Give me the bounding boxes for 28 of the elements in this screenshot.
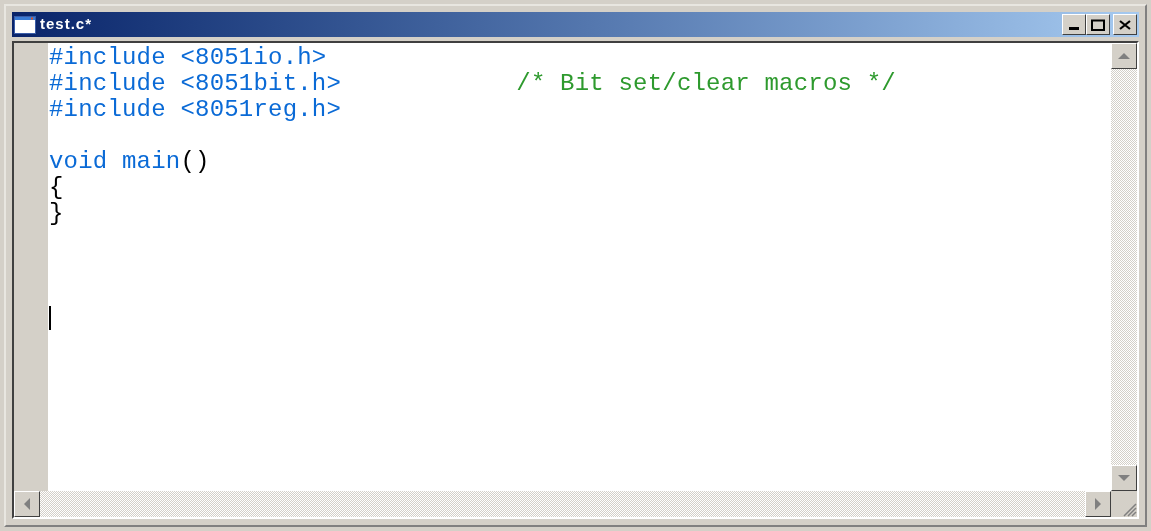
right-arrow-icon [1095,498,1101,510]
code-text: } [49,200,64,227]
maximize-button[interactable] [1086,14,1110,35]
code-text: { [49,174,64,201]
down-arrow-icon [1118,475,1130,481]
code-comment: /* Bit set/clear macros */ [516,70,896,97]
close-button[interactable] [1113,14,1137,35]
up-arrow-icon [1118,53,1130,59]
horizontal-scrollbar[interactable] [14,491,1111,517]
minimize-icon [1069,27,1079,30]
close-icon [1119,19,1131,30]
vertical-scrollbar[interactable] [1111,43,1137,491]
maximize-icon [1091,18,1105,31]
code-text: () [180,148,210,175]
text-cursor [49,306,51,330]
window-icon [14,15,36,34]
resize-grip-icon [1123,503,1137,517]
code-text: #include <8051bit.h> [49,70,343,97]
window-title: test.c* [40,14,93,35]
code-text: #include <8051io.h> [49,44,327,71]
code-text: void main [49,148,181,175]
left-arrow-icon [24,498,30,510]
scroll-left-button[interactable] [14,491,40,517]
code-text: #include <8051reg.h> [49,96,342,123]
minimize-button[interactable] [1062,14,1086,35]
scroll-up-button[interactable] [1111,43,1137,69]
scroll-down-button[interactable] [1111,465,1137,491]
scroll-right-button[interactable] [1085,491,1111,517]
